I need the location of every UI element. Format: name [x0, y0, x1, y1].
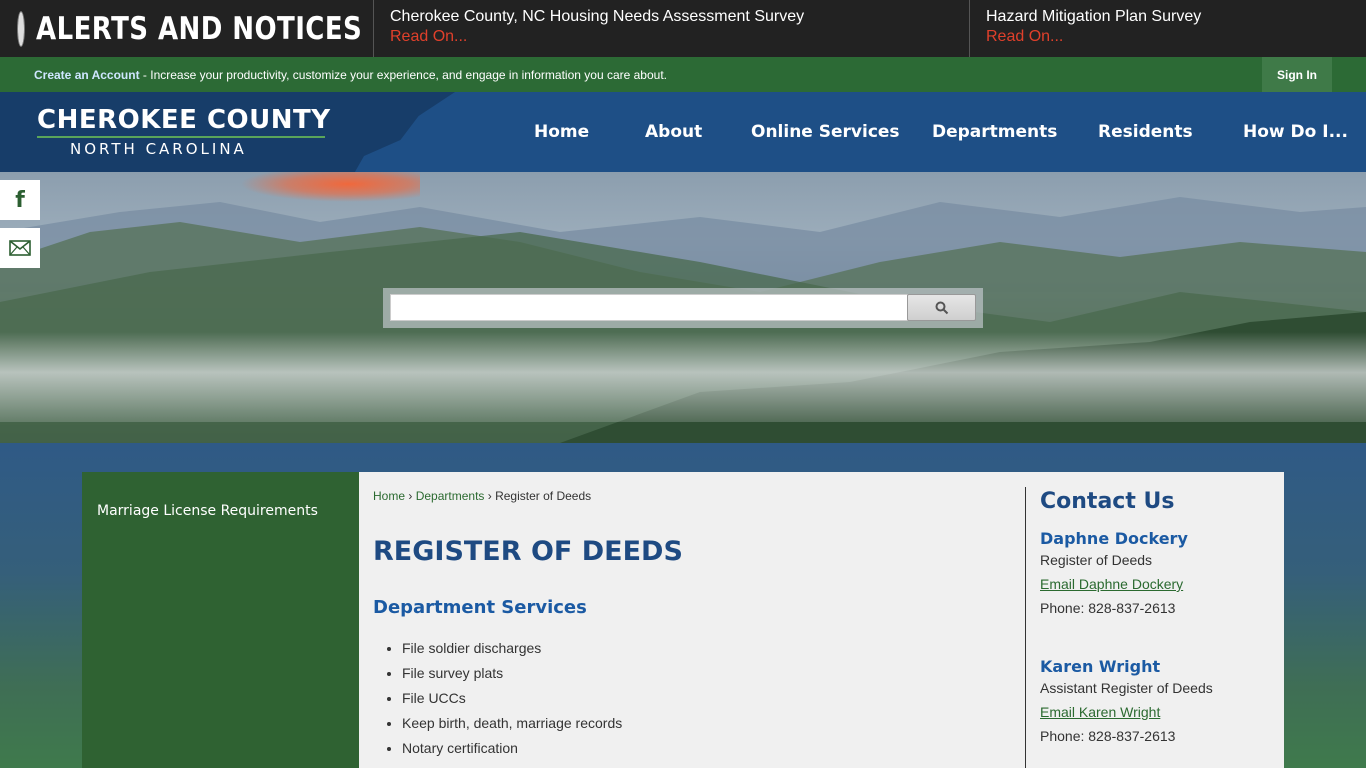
breadcrumb-separator: › [408, 489, 413, 503]
services-list: File soldier discharges File survey plat… [402, 639, 622, 764]
list-item: File soldier discharges [402, 639, 622, 664]
logo-line1: CHEROKEE COUNTY [37, 105, 331, 135]
nav-home[interactable]: Home [534, 92, 589, 172]
account-message: Create an Account - Increase your produc… [34, 68, 667, 82]
breadcrumb-home[interactable]: Home [373, 489, 405, 503]
list-item: File survey plats [402, 664, 622, 689]
nav-about[interactable]: About [645, 92, 702, 172]
search-input[interactable] [390, 294, 908, 321]
list-item: Keep birth, death, marriage records [402, 714, 622, 739]
alert-title[interactable]: Hazard Mitigation Plan Survey [986, 7, 1366, 26]
email-button[interactable] [0, 228, 40, 268]
site-header: CHEROKEE COUNTY NORTH CAROLINA Home Abou… [0, 92, 1366, 172]
contact-person: Daphne Dockery Register of Deeds Email D… [1040, 529, 1280, 620]
alert-title[interactable]: Cherokee County, NC Housing Needs Assess… [390, 7, 969, 26]
alerts-bar: ALERTS AND NOTICES Cherokee County, NC H… [0, 0, 1366, 57]
nav-online-services[interactable]: Online Services [751, 92, 900, 172]
breadcrumb-current: Register of Deeds [495, 489, 592, 503]
alert-item[interactable]: Cherokee County, NC Housing Needs Assess… [374, 0, 970, 57]
breadcrumb-separator: › [487, 489, 492, 503]
site-logo[interactable]: CHEROKEE COUNTY NORTH CAROLINA [37, 105, 331, 158]
contact-title: Contact Us [1040, 489, 1175, 514]
nav-departments[interactable]: Departments [932, 92, 1057, 172]
email-icon [9, 240, 31, 256]
breadcrumb-departments[interactable]: Departments [416, 489, 485, 503]
logo-divider [37, 136, 325, 138]
list-item: File UCCs [402, 689, 622, 714]
content-divider [1025, 487, 1026, 768]
facebook-button[interactable]: f [0, 180, 40, 220]
alert-icon [18, 11, 24, 46]
list-item: Notary certification [402, 739, 622, 764]
contact-phone: Phone: 828-837-2613 [1040, 600, 1176, 616]
search-button[interactable] [907, 294, 976, 321]
alerts-title: ALERTS AND NOTICES [36, 10, 363, 47]
contact-person: Karen Wright Assistant Register of Deeds… [1040, 657, 1280, 748]
contact-email-link[interactable]: Email Daphne Dockery [1040, 572, 1280, 596]
section-title: Department Services [373, 597, 587, 618]
account-bar: Create an Account - Increase your produc… [0, 57, 1366, 92]
contact-name: Karen Wright [1040, 657, 1161, 676]
sign-in-button[interactable]: Sign In [1262, 57, 1332, 92]
alert-read-on-link[interactable]: Read On... [986, 26, 1366, 48]
create-account-link[interactable]: Create an Account [34, 68, 140, 82]
contact-name: Daphne Dockery [1040, 529, 1188, 548]
search-icon [935, 301, 948, 314]
alerts-header[interactable]: ALERTS AND NOTICES [0, 0, 374, 57]
breadcrumb: Home › Departments › Register of Deeds [373, 489, 591, 503]
nav-residents[interactable]: Residents [1098, 92, 1193, 172]
contact-email-link[interactable]: Email Karen Wright [1040, 700, 1280, 724]
facebook-icon: f [15, 187, 25, 213]
alert-read-on-link[interactable]: Read On... [390, 26, 969, 48]
contact-us-panel: Contact Us Daphne Dockery Register of De… [1040, 489, 1280, 744]
account-message-text: - Increase your productivity, customize … [139, 68, 667, 82]
logo-line2: NORTH CAROLINA [70, 140, 247, 158]
sidebar: Marriage License Requirements [82, 472, 359, 768]
alert-item[interactable]: Hazard Mitigation Plan Survey Read On... [970, 0, 1366, 57]
sidebar-item-marriage-license[interactable]: Marriage License Requirements [97, 503, 318, 519]
main-content: Home › Departments › Register of Deeds R… [359, 472, 1284, 768]
hero-fog [0, 332, 1366, 422]
contact-phone: Phone: 828-837-2613 [1040, 728, 1176, 744]
nav-how-do-i[interactable]: How Do I... [1243, 92, 1348, 172]
contact-role: Register of Deeds [1040, 552, 1153, 568]
contact-role: Assistant Register of Deeds [1040, 680, 1213, 696]
page-title: REGISTER OF DEEDS [373, 536, 683, 567]
